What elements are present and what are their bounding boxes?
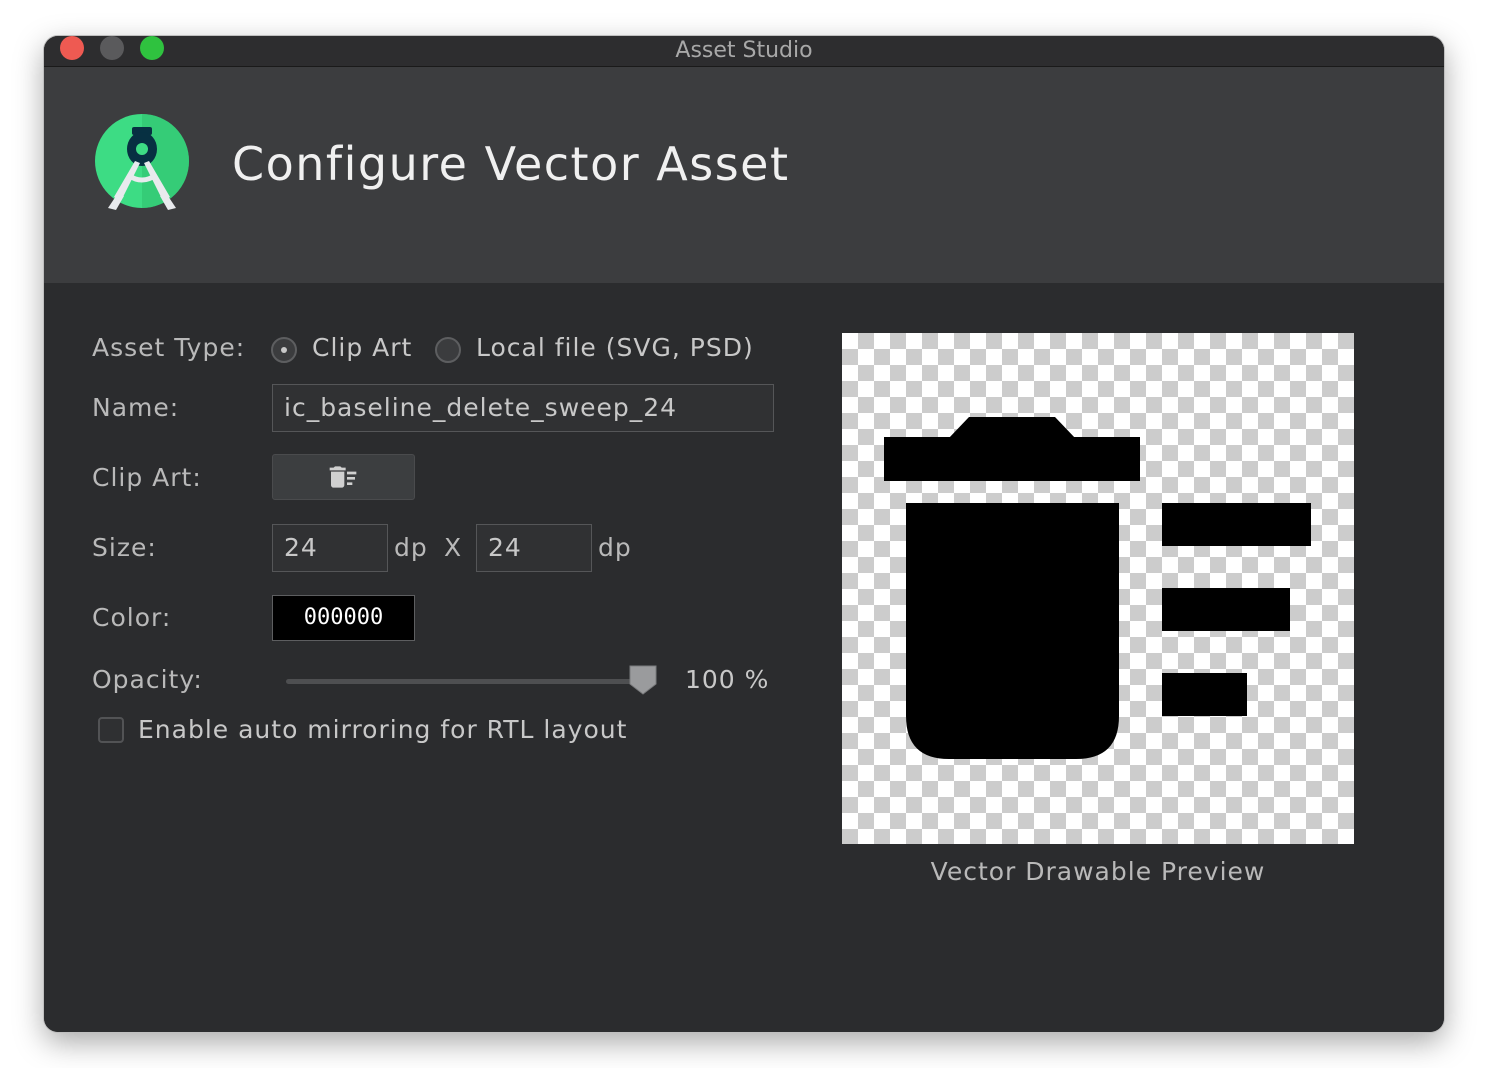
android-studio-logo-icon bbox=[95, 114, 189, 210]
height-input[interactable]: 24 bbox=[476, 524, 592, 572]
clip-art-picker-button[interactable] bbox=[272, 454, 415, 500]
width-unit: dp bbox=[394, 533, 428, 562]
name-label: Name: bbox=[92, 393, 180, 422]
asset-studio-window: Asset Studio Configure Vector Asset Asse… bbox=[44, 36, 1444, 1032]
vector-drawable-preview bbox=[842, 333, 1354, 844]
window-title: Asset Studio bbox=[675, 38, 813, 63]
local-file-radio[interactable] bbox=[435, 337, 461, 363]
dialog-content: Asset Type: Clip Art Local file (SVG, PS… bbox=[44, 283, 1444, 1032]
preview-caption: Vector Drawable Preview bbox=[930, 857, 1266, 886]
opacity-slider-thumb[interactable] bbox=[628, 664, 658, 696]
width-input[interactable]: 24 bbox=[272, 524, 388, 572]
name-input[interactable]: ic_baseline_delete_sweep_24 bbox=[272, 384, 774, 432]
title-bar: Asset Studio bbox=[44, 36, 1444, 67]
size-label: Size: bbox=[92, 533, 157, 562]
local-file-radio-label[interactable]: Local file (SVG, PSD) bbox=[476, 333, 754, 362]
delete-sweep-icon bbox=[329, 466, 357, 488]
color-label: Color: bbox=[92, 603, 172, 632]
dialog-header: Configure Vector Asset bbox=[44, 67, 1444, 283]
color-picker-field[interactable]: 000000 bbox=[272, 595, 415, 641]
clip-art-radio[interactable] bbox=[271, 337, 297, 363]
clip-art-label: Clip Art: bbox=[92, 463, 202, 492]
size-separator: X bbox=[444, 533, 463, 562]
height-unit: dp bbox=[598, 533, 632, 562]
asset-type-label: Asset Type: bbox=[92, 333, 246, 362]
delete-sweep-icon bbox=[884, 417, 1311, 759]
page-title: Configure Vector Asset bbox=[232, 137, 790, 191]
opacity-label: Opacity: bbox=[92, 665, 203, 694]
clip-art-radio-label[interactable]: Clip Art bbox=[312, 333, 412, 362]
opacity-value: 100 % bbox=[685, 665, 770, 694]
auto-mirroring-label[interactable]: Enable auto mirroring for RTL layout bbox=[138, 715, 627, 744]
opacity-slider-track[interactable] bbox=[286, 679, 642, 684]
auto-mirroring-checkbox[interactable] bbox=[98, 717, 124, 743]
